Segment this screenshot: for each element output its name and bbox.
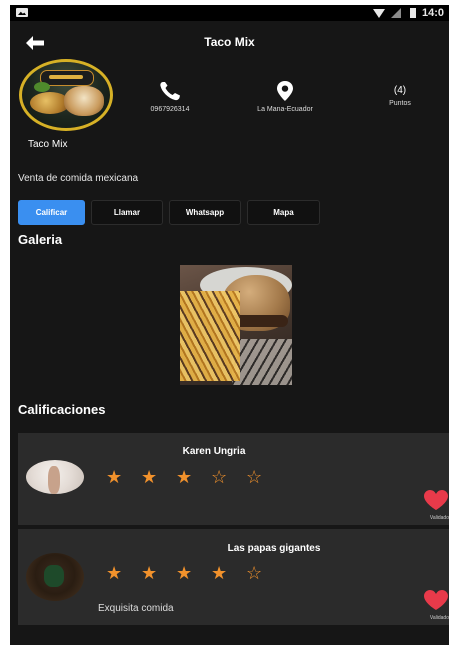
battery-icon (410, 8, 416, 18)
location-info[interactable]: La Mana-Ecuador (240, 81, 330, 113)
ratings-title: Calificaciones (18, 402, 106, 417)
phone-number: 0967926314 (150, 106, 190, 113)
business-name: Taco Mix (28, 139, 68, 150)
status-time: 14:0 (422, 7, 445, 19)
star-icon: ★ (106, 467, 123, 487)
star-icon: ★ (106, 563, 123, 583)
star-rating: ★ ★ ★ ★ ☆ (106, 563, 281, 583)
star-icon: ★ (141, 563, 158, 583)
status-bar: 14:0 (10, 5, 449, 21)
star-outline-icon: ☆ (246, 467, 263, 487)
location-text: La Mana-Ecuador (257, 106, 313, 113)
map-button[interactable]: Mapa (247, 200, 320, 225)
call-button[interactable]: Llamar (91, 200, 163, 225)
phone-icon (160, 82, 180, 101)
star-icon: ★ (176, 563, 193, 583)
points-count: (4) (393, 85, 407, 96)
star-outline-icon: ☆ (211, 467, 228, 487)
location-pin-icon (277, 81, 293, 101)
signal-icon (391, 8, 401, 18)
review-comment: Exquisita comida (98, 603, 174, 614)
avatar (26, 553, 84, 601)
rating-card: Las papas gigantes ★ ★ ★ ★ ☆ Exquisita c… (18, 529, 449, 625)
star-icon: ★ (141, 467, 158, 487)
reviewer-name: Las papas gigantes (227, 543, 321, 554)
validated-label: Validado (429, 515, 449, 521)
whatsapp-button[interactable]: Whatsapp (169, 200, 241, 225)
phone-info[interactable]: 0967926314 (125, 81, 215, 113)
business-description: Venta de comida mexicana (18, 173, 139, 184)
validated-label: Validado (429, 615, 449, 621)
avatar (26, 460, 84, 494)
star-outline-icon: ☆ (246, 563, 263, 583)
page-title: Taco Mix (204, 35, 255, 49)
reviewer-name: Karen Ungria (182, 446, 246, 457)
business-logo (19, 59, 113, 131)
gallery-image-burger-fries[interactable] (180, 265, 292, 385)
points-label: Puntos (389, 100, 411, 107)
rating-card: Karen Ungria ★ ★ ★ ☆ ☆ Validado (18, 433, 449, 525)
wifi-icon (373, 9, 385, 18)
image-notification-icon (16, 8, 28, 17)
heart-icon[interactable] (423, 489, 449, 511)
star-icon: ★ (211, 563, 228, 583)
app-screen: 14:0 Taco Mix Taco Mix 0967926314 La Man… (10, 5, 449, 645)
star-icon: ★ (176, 467, 193, 487)
rate-button[interactable]: Calificar (18, 200, 85, 225)
points-info: (4) Puntos (355, 85, 445, 107)
gallery-title: Galeria (18, 232, 63, 247)
star-rating: ★ ★ ★ ☆ ☆ (106, 467, 281, 487)
heart-icon[interactable] (423, 589, 449, 611)
